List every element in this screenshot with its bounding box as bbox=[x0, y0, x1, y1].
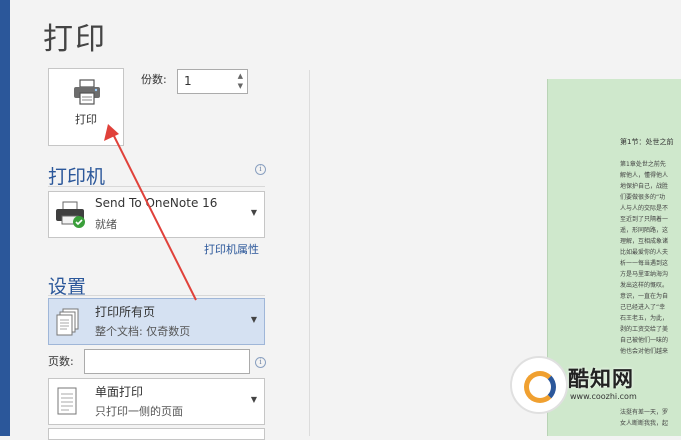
preview-heading: 第1节：处世之前 bbox=[620, 138, 674, 146]
preview-line: 自己被他们一味的 bbox=[620, 337, 669, 344]
preview-line: 剥的工资交给了美 bbox=[620, 326, 669, 333]
preview-line: 地保护自己，战胜 bbox=[620, 183, 669, 190]
copies-value: 1 bbox=[184, 74, 192, 88]
print-range-main: 打印所有页 bbox=[95, 305, 156, 319]
watermark-url: www.coozhi.com bbox=[570, 392, 637, 401]
print-sides-main: 单面打印 bbox=[95, 385, 144, 399]
printer-icon bbox=[73, 79, 101, 109]
printer-section-divider bbox=[48, 186, 265, 187]
print-button[interactable]: 打印 bbox=[48, 68, 124, 146]
preview-line: 发出这样的慨叹。 bbox=[620, 282, 669, 289]
preview-line: 至近到了只隔着一 bbox=[620, 216, 669, 223]
print-range-sub: 整个文档: 仅奇数页 bbox=[95, 325, 191, 338]
settings-section-divider bbox=[48, 295, 265, 296]
print-button-label: 打印 bbox=[75, 113, 97, 126]
print-sides-sub: 只打印一侧的页面 bbox=[95, 405, 183, 418]
copies-label: 份数: bbox=[141, 73, 167, 86]
pages-label: 页数: bbox=[48, 355, 74, 368]
preview-line: 意识，一直在为自 bbox=[620, 293, 669, 300]
preview-line: 人与人的交际是不 bbox=[620, 205, 669, 212]
printer-dropdown[interactable]: Send To OneNote 16 就绪 ▼ bbox=[48, 191, 265, 238]
printer-properties-link[interactable]: 打印机属性 bbox=[204, 241, 259, 257]
info-icon[interactable]: i bbox=[255, 357, 266, 368]
site-watermark: 酷知网 www.coozhi.com bbox=[502, 350, 681, 436]
next-setting-dropdown[interactable] bbox=[48, 428, 265, 440]
chevron-down-icon: ▼ bbox=[250, 208, 257, 217]
preview-divider bbox=[309, 70, 310, 436]
spin-up-icon[interactable]: ▲ bbox=[238, 72, 243, 80]
print-range-dropdown[interactable]: 打印所有页 整个文档: 仅奇数页 ▼ bbox=[48, 298, 265, 345]
chevron-down-icon: ▼ bbox=[250, 315, 257, 324]
spin-down-icon[interactable]: ▼ bbox=[238, 82, 243, 90]
print-sides-dropdown[interactable]: 单面打印 只打印一侧的页面 ▼ bbox=[48, 378, 265, 425]
preview-line: 析一一每当遇到这 bbox=[620, 260, 669, 267]
pages-input[interactable] bbox=[84, 349, 250, 374]
printer-name: Send To OneNote 16 bbox=[95, 196, 218, 210]
preview-line: 遥，形同陌路，这 bbox=[620, 227, 669, 234]
preview-line: 第1章处世之前先 bbox=[620, 161, 666, 168]
preview-line: 解他人，懂得他人 bbox=[620, 172, 669, 179]
pages-stack-icon bbox=[56, 308, 80, 342]
preview-line: 理解，互相成象诸 bbox=[620, 238, 669, 245]
printer-status: 就绪 bbox=[95, 218, 117, 231]
preview-line: 己已经进入了“幸 bbox=[620, 304, 666, 311]
watermark-brand: 酷知网 bbox=[568, 367, 634, 391]
info-icon[interactable]: i bbox=[255, 164, 266, 175]
preview-line: 石王老五，为此， bbox=[620, 315, 669, 322]
page-title: 打印 bbox=[43, 22, 107, 57]
preview-line: 比如最爱你的人夫 bbox=[620, 249, 669, 256]
preview-line: 方是马里亚纳海沟 bbox=[620, 271, 669, 278]
preview-line: 们要做很多的“功 bbox=[620, 194, 666, 201]
copies-stepper[interactable]: 1 ▲ ▼ bbox=[177, 69, 248, 94]
backstage-nav-strip bbox=[0, 0, 10, 436]
watermark-logo-icon bbox=[510, 356, 568, 414]
single-page-icon bbox=[56, 387, 80, 421]
chevron-down-icon: ▼ bbox=[250, 395, 257, 404]
printer-ready-icon bbox=[54, 200, 88, 234]
printer-section-heading: 打印机 bbox=[48, 166, 106, 188]
